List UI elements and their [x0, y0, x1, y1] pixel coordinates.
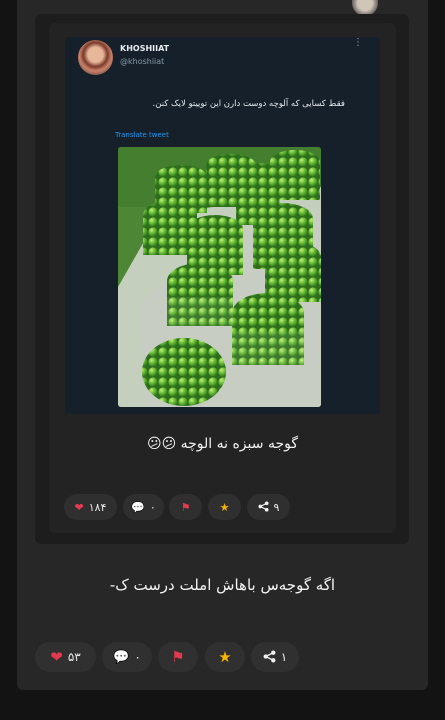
- share-count: ۱: [280, 650, 288, 664]
- share-count: ۹: [273, 500, 280, 514]
- heart-icon: ❤: [50, 647, 63, 666]
- report-button[interactable]: ⚑: [158, 642, 198, 672]
- comment-icon: 💬: [131, 500, 145, 514]
- share-icon: [257, 500, 269, 514]
- tweet-text: فقط کسایی که آلوچه دوست دارن این توییتو …: [152, 99, 345, 109]
- like-count: ۱۸۴: [88, 500, 107, 514]
- favorite-button[interactable]: ★: [208, 494, 241, 520]
- translate-link: Translate tweet: [115, 131, 169, 139]
- like-button[interactable]: ❤ ۱۸۴: [64, 494, 117, 520]
- share-icon: [263, 650, 276, 665]
- tweet-handle: @khoshiiat: [120, 57, 165, 66]
- like-count: ۵۳: [67, 650, 81, 664]
- tweet-display-name: KHOSHIIAT: [120, 44, 170, 53]
- tweet-photo: [118, 147, 321, 407]
- quoted-post-caption: گوجه سبزه نه الوچه 😕😕: [146, 436, 298, 452]
- share-button[interactable]: ۱: [251, 642, 299, 672]
- favorite-button[interactable]: ★: [205, 642, 245, 672]
- more-icon: ⋮: [353, 37, 363, 48]
- star-icon: ★: [218, 647, 232, 666]
- tweet-avatar: [78, 40, 113, 75]
- comment-icon: 💬: [113, 649, 130, 665]
- like-button[interactable]: ❤ ۵۳: [35, 642, 96, 672]
- flag-icon: ⚑: [171, 647, 185, 666]
- tweet-screenshot[interactable]: KHOSHIIAT @khoshiiat ⋮ فقط کسایی که آلوچ…: [65, 37, 380, 414]
- flag-icon: ⚑: [180, 500, 191, 514]
- comment-button[interactable]: 💬 ۰: [102, 642, 152, 672]
- post-caption: اگه گوجه‌س باهاش املت درست ک-: [109, 576, 336, 594]
- share-button[interactable]: ۹: [247, 494, 290, 520]
- comment-count: ۰: [134, 650, 141, 664]
- heart-icon: ❤: [74, 500, 84, 514]
- green-plums-photo: [118, 147, 321, 407]
- comment-button[interactable]: 💬 ۰: [123, 494, 164, 520]
- star-icon: ★: [219, 500, 230, 514]
- comment-count: ۰: [149, 500, 156, 514]
- report-button[interactable]: ⚑: [169, 494, 202, 520]
